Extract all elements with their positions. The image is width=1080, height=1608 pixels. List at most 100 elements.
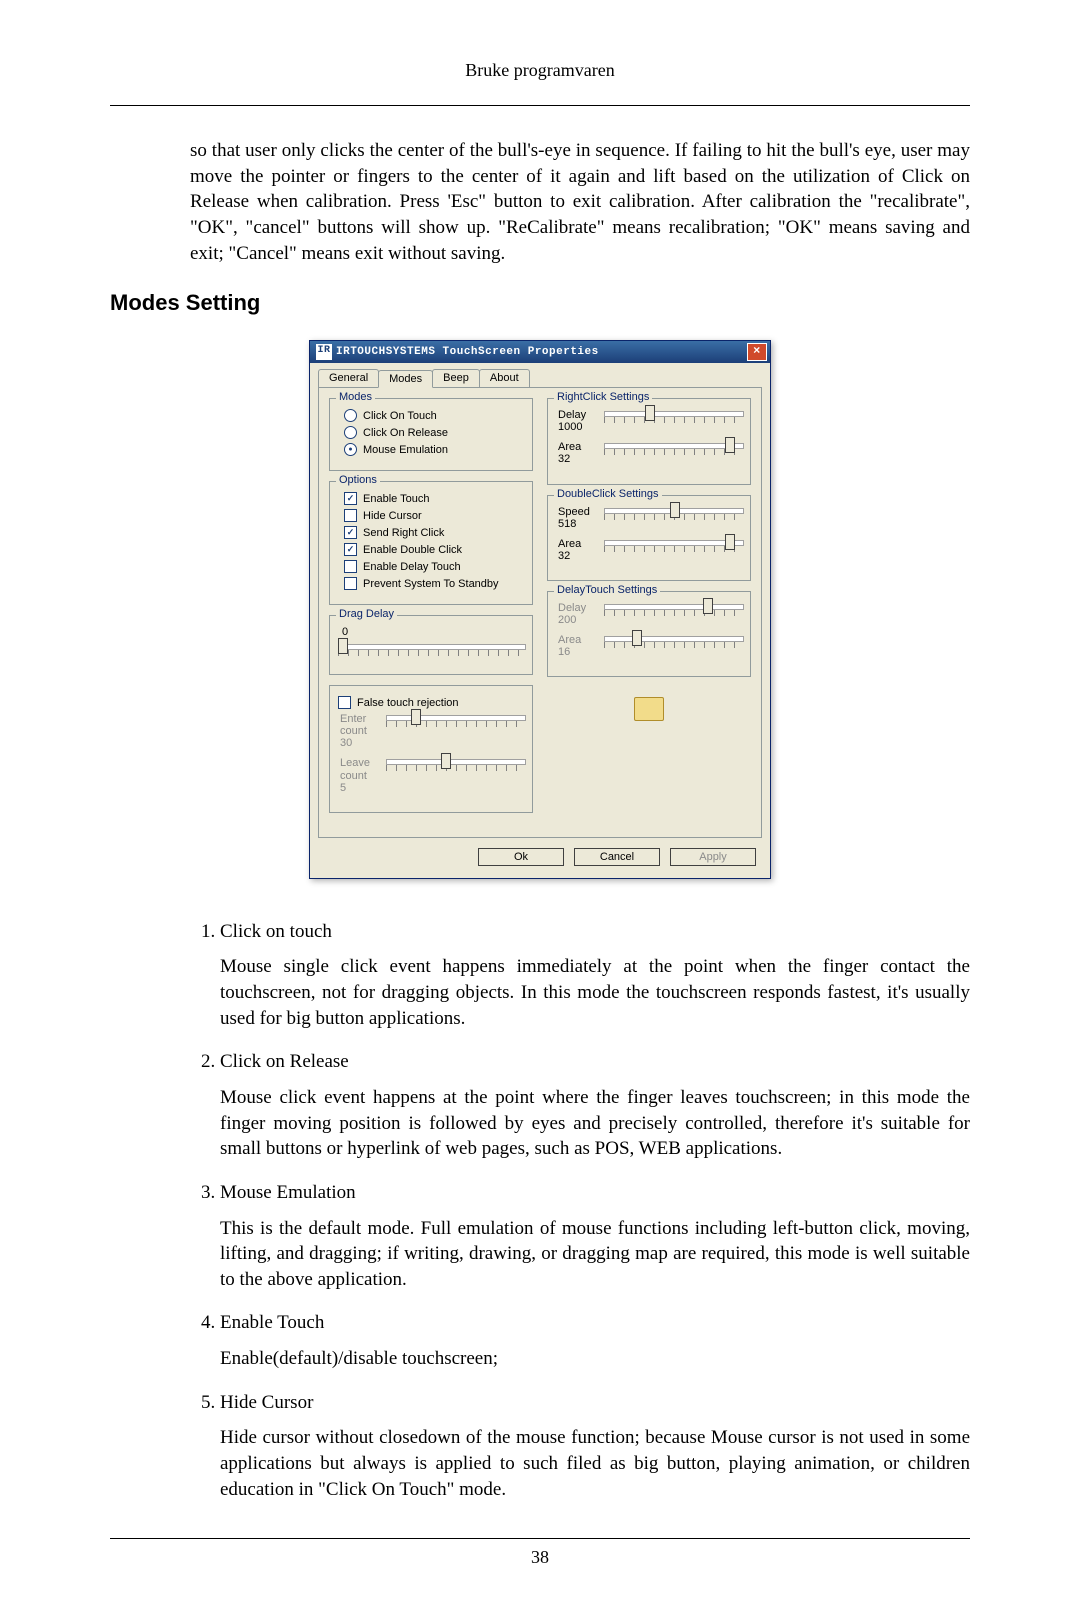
intro-paragraph: so that user only clicks the center of t… xyxy=(190,138,970,266)
checkbox-label: Send Right Click xyxy=(363,527,444,539)
check-prevent-standby[interactable]: Prevent System To Standby xyxy=(344,577,524,590)
apply-button[interactable]: Apply xyxy=(670,848,756,866)
leave-count-slider[interactable] xyxy=(386,757,524,779)
dialog-title: IRTOUCHSYSTEMS TouchScreen Properties xyxy=(336,346,599,358)
dialog-titlebar[interactable]: IR IRTOUCHSYSTEMS TouchScreen Properties… xyxy=(310,341,770,363)
rc-area-label: Area xyxy=(558,441,581,453)
checkbox-icon xyxy=(344,492,357,505)
term-body: Hide cursor without closedown of the mou… xyxy=(220,1425,970,1502)
term-body: Mouse single click event happens immedia… xyxy=(220,954,970,1031)
term-title: Click on touch xyxy=(220,919,970,945)
top-rule xyxy=(110,105,970,106)
ok-button[interactable]: Ok xyxy=(478,848,564,866)
section-heading: Modes Setting xyxy=(110,290,970,316)
list-item: Click on Release Mouse click event happe… xyxy=(220,1049,970,1162)
dc-area-slider[interactable] xyxy=(604,538,742,560)
options-legend: Options xyxy=(336,474,380,486)
checkbox-label: Hide Cursor xyxy=(363,510,422,522)
enter-count-value: 30 xyxy=(340,737,378,749)
doubleclick-legend: DoubleClick Settings xyxy=(554,488,662,500)
drag-delay-legend: Drag Delay xyxy=(336,608,397,620)
dc-speed-slider[interactable] xyxy=(604,506,742,528)
check-enable-touch[interactable]: Enable Touch xyxy=(344,492,524,505)
checkbox-icon xyxy=(344,577,357,590)
cancel-button[interactable]: Cancel xyxy=(574,848,660,866)
check-hide-cursor[interactable]: Hide Cursor xyxy=(344,509,524,522)
term-title: Hide Cursor xyxy=(220,1390,970,1416)
false-touch-group: False touch rejection Enter count 30 xyxy=(329,685,533,813)
radio-click-on-release[interactable]: Click On Release xyxy=(344,426,524,439)
close-button[interactable]: × xyxy=(747,343,767,361)
enter-count-label: Enter count xyxy=(340,713,367,737)
dt-delay-label: Delay xyxy=(558,602,586,614)
dc-area-label: Area xyxy=(558,538,581,550)
term-title: Click on Release xyxy=(220,1049,970,1075)
bottom-rule xyxy=(110,1538,970,1539)
term-body: Mouse click event happens at the point w… xyxy=(220,1085,970,1162)
definition-list: Click on touch Mouse single click event … xyxy=(190,919,970,1503)
tab-general[interactable]: General xyxy=(318,369,379,387)
rightclick-group: RightClick Settings Delay 1000 xyxy=(547,398,751,484)
leave-count-value: 5 xyxy=(340,782,378,794)
radio-label: Mouse Emulation xyxy=(363,444,448,456)
dc-speed-label: Speed xyxy=(558,506,590,518)
tab-modes[interactable]: Modes xyxy=(378,370,433,388)
delaytouch-group: DelayTouch Settings Delay 200 xyxy=(547,591,751,677)
dt-area-slider[interactable] xyxy=(604,634,742,656)
radio-label: Click On Release xyxy=(363,427,448,439)
delaytouch-legend: DelayTouch Settings xyxy=(554,584,660,596)
tab-strip: General Modes Beep About xyxy=(310,363,770,387)
radio-icon xyxy=(344,443,357,456)
checkbox-icon xyxy=(344,509,357,522)
term-body: This is the default mode. Full emulation… xyxy=(220,1216,970,1293)
dc-speed-value: 518 xyxy=(558,518,596,530)
check-enable-double-click[interactable]: Enable Double Click xyxy=(344,543,524,556)
list-item: Enable Touch Enable(default)/disable tou… xyxy=(220,1310,970,1371)
checkbox-icon xyxy=(344,543,357,556)
dt-area-label: Area xyxy=(558,634,581,646)
check-send-right-click[interactable]: Send Right Click xyxy=(344,526,524,539)
checkbox-icon xyxy=(338,696,351,709)
tab-beep[interactable]: Beep xyxy=(432,369,480,387)
folder-icon[interactable] xyxy=(634,697,664,721)
term-body: Enable(default)/disable touchscreen; xyxy=(220,1346,970,1372)
rc-area-slider[interactable] xyxy=(604,441,742,463)
drag-delay-value: 0 xyxy=(342,626,524,638)
leave-count-label: Leave count xyxy=(340,757,370,781)
modes-legend: Modes xyxy=(336,391,375,403)
dc-area-value: 32 xyxy=(558,550,596,562)
tab-about[interactable]: About xyxy=(479,369,530,387)
dt-area-value: 16 xyxy=(558,646,596,658)
drag-delay-slider[interactable] xyxy=(338,642,524,664)
radio-icon xyxy=(344,426,357,439)
radio-icon xyxy=(344,409,357,422)
running-head: Bruke programvaren xyxy=(110,60,970,81)
checkbox-label: False touch rejection xyxy=(357,697,459,709)
dt-delay-value: 200 xyxy=(558,614,596,626)
checkbox-label: Enable Touch xyxy=(363,493,429,505)
drag-delay-group: Drag Delay 0 xyxy=(329,615,533,675)
term-title: Mouse Emulation xyxy=(220,1180,970,1206)
radio-label: Click On Touch xyxy=(363,410,437,422)
options-group: Options Enable Touch Hide Cursor xyxy=(329,481,533,605)
checkbox-icon xyxy=(344,526,357,539)
rc-area-value: 32 xyxy=(558,453,596,465)
enter-count-slider[interactable] xyxy=(386,713,524,735)
list-item: Mouse Emulation This is the default mode… xyxy=(220,1180,970,1293)
radio-mouse-emulation[interactable]: Mouse Emulation xyxy=(344,443,524,456)
checkbox-label: Enable Delay Touch xyxy=(363,561,461,573)
checkbox-icon xyxy=(344,560,357,573)
dialog-button-row: Ok Cancel Apply xyxy=(310,838,770,878)
radio-click-on-touch[interactable]: Click On Touch xyxy=(344,409,524,422)
rightclick-legend: RightClick Settings xyxy=(554,391,652,403)
list-item: Hide Cursor Hide cursor without closedow… xyxy=(220,1390,970,1503)
dt-delay-slider[interactable] xyxy=(604,602,742,624)
app-icon: IR xyxy=(316,344,332,360)
doubleclick-group: DoubleClick Settings Speed 518 xyxy=(547,495,751,581)
rc-delay-value: 1000 xyxy=(558,421,596,433)
modes-group: Modes Click On Touch Click On Release xyxy=(329,398,533,471)
list-item: Click on touch Mouse single click event … xyxy=(220,919,970,1032)
check-false-touch-rejection[interactable]: False touch rejection xyxy=(338,696,524,709)
rc-delay-slider[interactable] xyxy=(604,409,742,431)
check-enable-delay-touch[interactable]: Enable Delay Touch xyxy=(344,560,524,573)
